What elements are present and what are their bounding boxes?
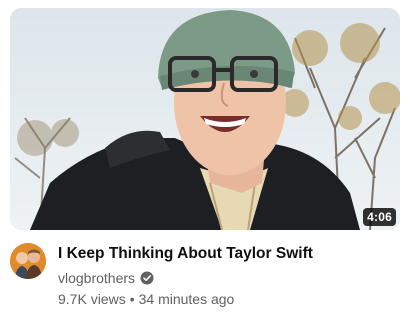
channel-avatar[interactable] (10, 243, 46, 279)
video-thumbnail[interactable]: 4:06 (10, 8, 400, 230)
video-title[interactable]: I Keep Thinking About Taylor Swift (58, 243, 378, 265)
stats-separator: • (129, 291, 135, 307)
channel-row: vlogbrothers (58, 268, 378, 288)
view-count: 9.7K views (58, 291, 126, 307)
video-meta: I Keep Thinking About Taylor Swift vlogb… (10, 243, 400, 313)
channel-name[interactable]: vlogbrothers (58, 270, 135, 286)
video-stats: 9.7K views • 34 minutes ago (58, 289, 378, 309)
channel-avatar-icon (10, 243, 46, 279)
verified-check-icon (140, 271, 154, 285)
video-details: I Keep Thinking About Taylor Swift vlogb… (58, 243, 378, 309)
upload-age: 34 minutes ago (138, 291, 235, 307)
thumbnail-image (10, 8, 400, 230)
video-duration-badge: 4:06 (363, 208, 396, 226)
video-card: 4:06 I Keep Thinking About Taylor Swift … (0, 0, 410, 316)
